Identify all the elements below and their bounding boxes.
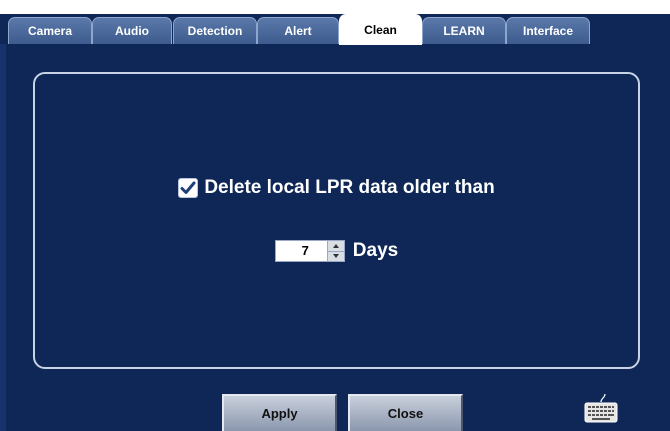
days-value[interactable]: 7 <box>276 241 327 261</box>
days-spin <box>326 241 344 261</box>
apply-button[interactable]: Apply <box>222 394 337 431</box>
clean-settings-panel: Delete local LPR data older than 7 Days <box>33 72 640 369</box>
spin-down-button[interactable] <box>327 250 344 261</box>
arrow-down-icon <box>332 254 339 259</box>
tab-audio[interactable]: Audio <box>92 17 172 44</box>
tab-learn[interactable]: LEARN <box>422 17 506 44</box>
tab-camera[interactable]: Camera <box>8 17 92 44</box>
left-edge <box>0 44 6 431</box>
spin-up-button[interactable] <box>327 241 344 251</box>
days-label: Days <box>352 240 399 261</box>
tab-interface[interactable]: Interface <box>506 17 590 44</box>
close-button[interactable]: Close <box>348 394 463 431</box>
tab-bar: Camera Audio Detection Alert Clean LEARN… <box>0 14 670 45</box>
days-stepper[interactable]: 7 <box>274 240 345 262</box>
keyboard-icon <box>584 393 618 423</box>
tab-clean[interactable]: Clean <box>339 14 422 45</box>
tab-alert[interactable]: Alert <box>257 17 339 44</box>
top-strip <box>0 0 670 14</box>
delete-option-row: Delete local LPR data older than <box>35 177 638 199</box>
days-row: 7 Days <box>35 240 638 262</box>
tab-detection[interactable]: Detection <box>173 17 257 44</box>
delete-label: Delete local LPR data older than <box>204 177 495 198</box>
delete-checkbox[interactable] <box>178 178 199 198</box>
arrow-up-icon <box>332 243 339 248</box>
keyboard-button[interactable] <box>583 392 619 424</box>
checkmark-icon <box>180 181 196 194</box>
